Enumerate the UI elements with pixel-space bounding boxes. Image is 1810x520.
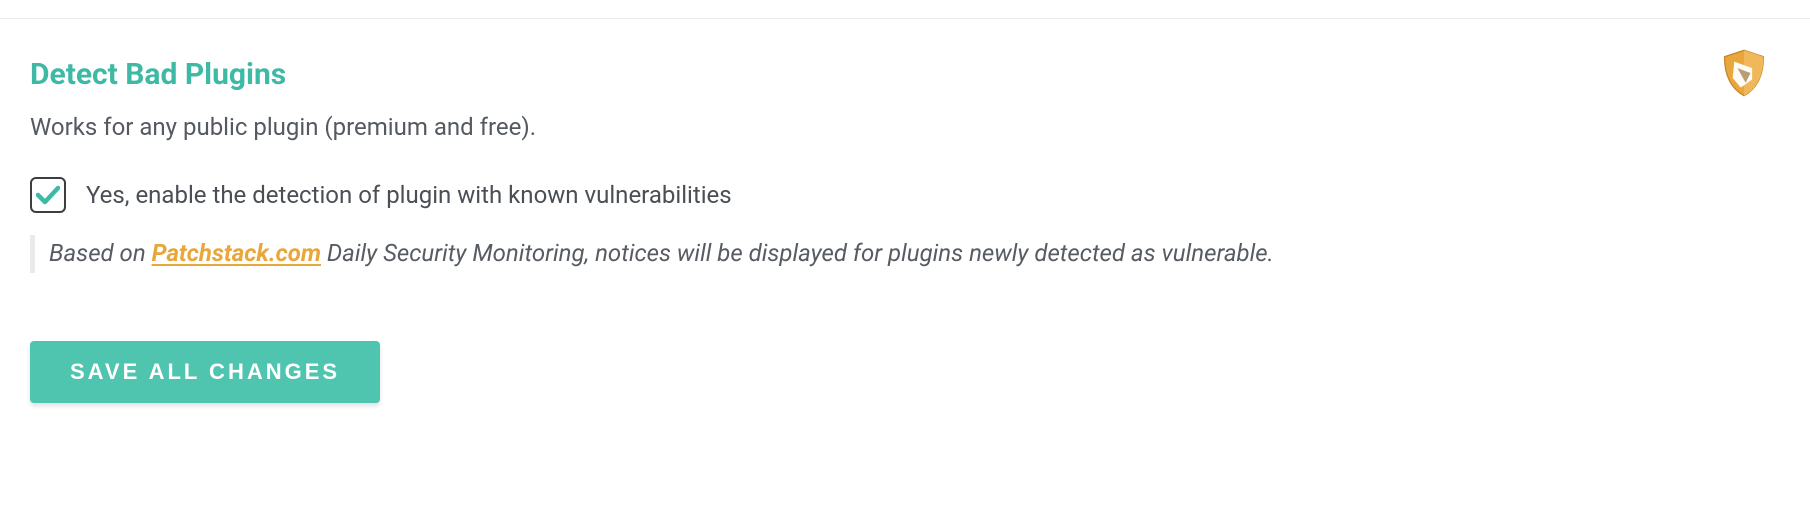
info-note: Based on Patchstack.com Daily Security M… <box>30 235 1780 273</box>
shield-badge-icon <box>1718 47 1770 99</box>
info-suffix: Daily Security Monitoring, notices will … <box>321 239 1274 267</box>
checkmark-icon <box>36 185 60 205</box>
enable-detection-checkbox[interactable] <box>30 177 66 213</box>
info-prefix: Based on <box>49 239 152 267</box>
section-subtitle: Works for any public plugin (premium and… <box>30 111 1780 143</box>
checkbox-label: Yes, enable the detection of plugin with… <box>86 180 732 211</box>
settings-section: Detect Bad Plugins Works for any public … <box>0 19 1810 463</box>
section-title: Detect Bad Plugins <box>30 57 1780 93</box>
checkbox-row: Yes, enable the detection of plugin with… <box>30 177 1780 213</box>
save-all-changes-button[interactable]: SAVE ALL CHANGES <box>30 341 380 403</box>
patchstack-link[interactable]: Patchstack.com <box>152 239 321 267</box>
